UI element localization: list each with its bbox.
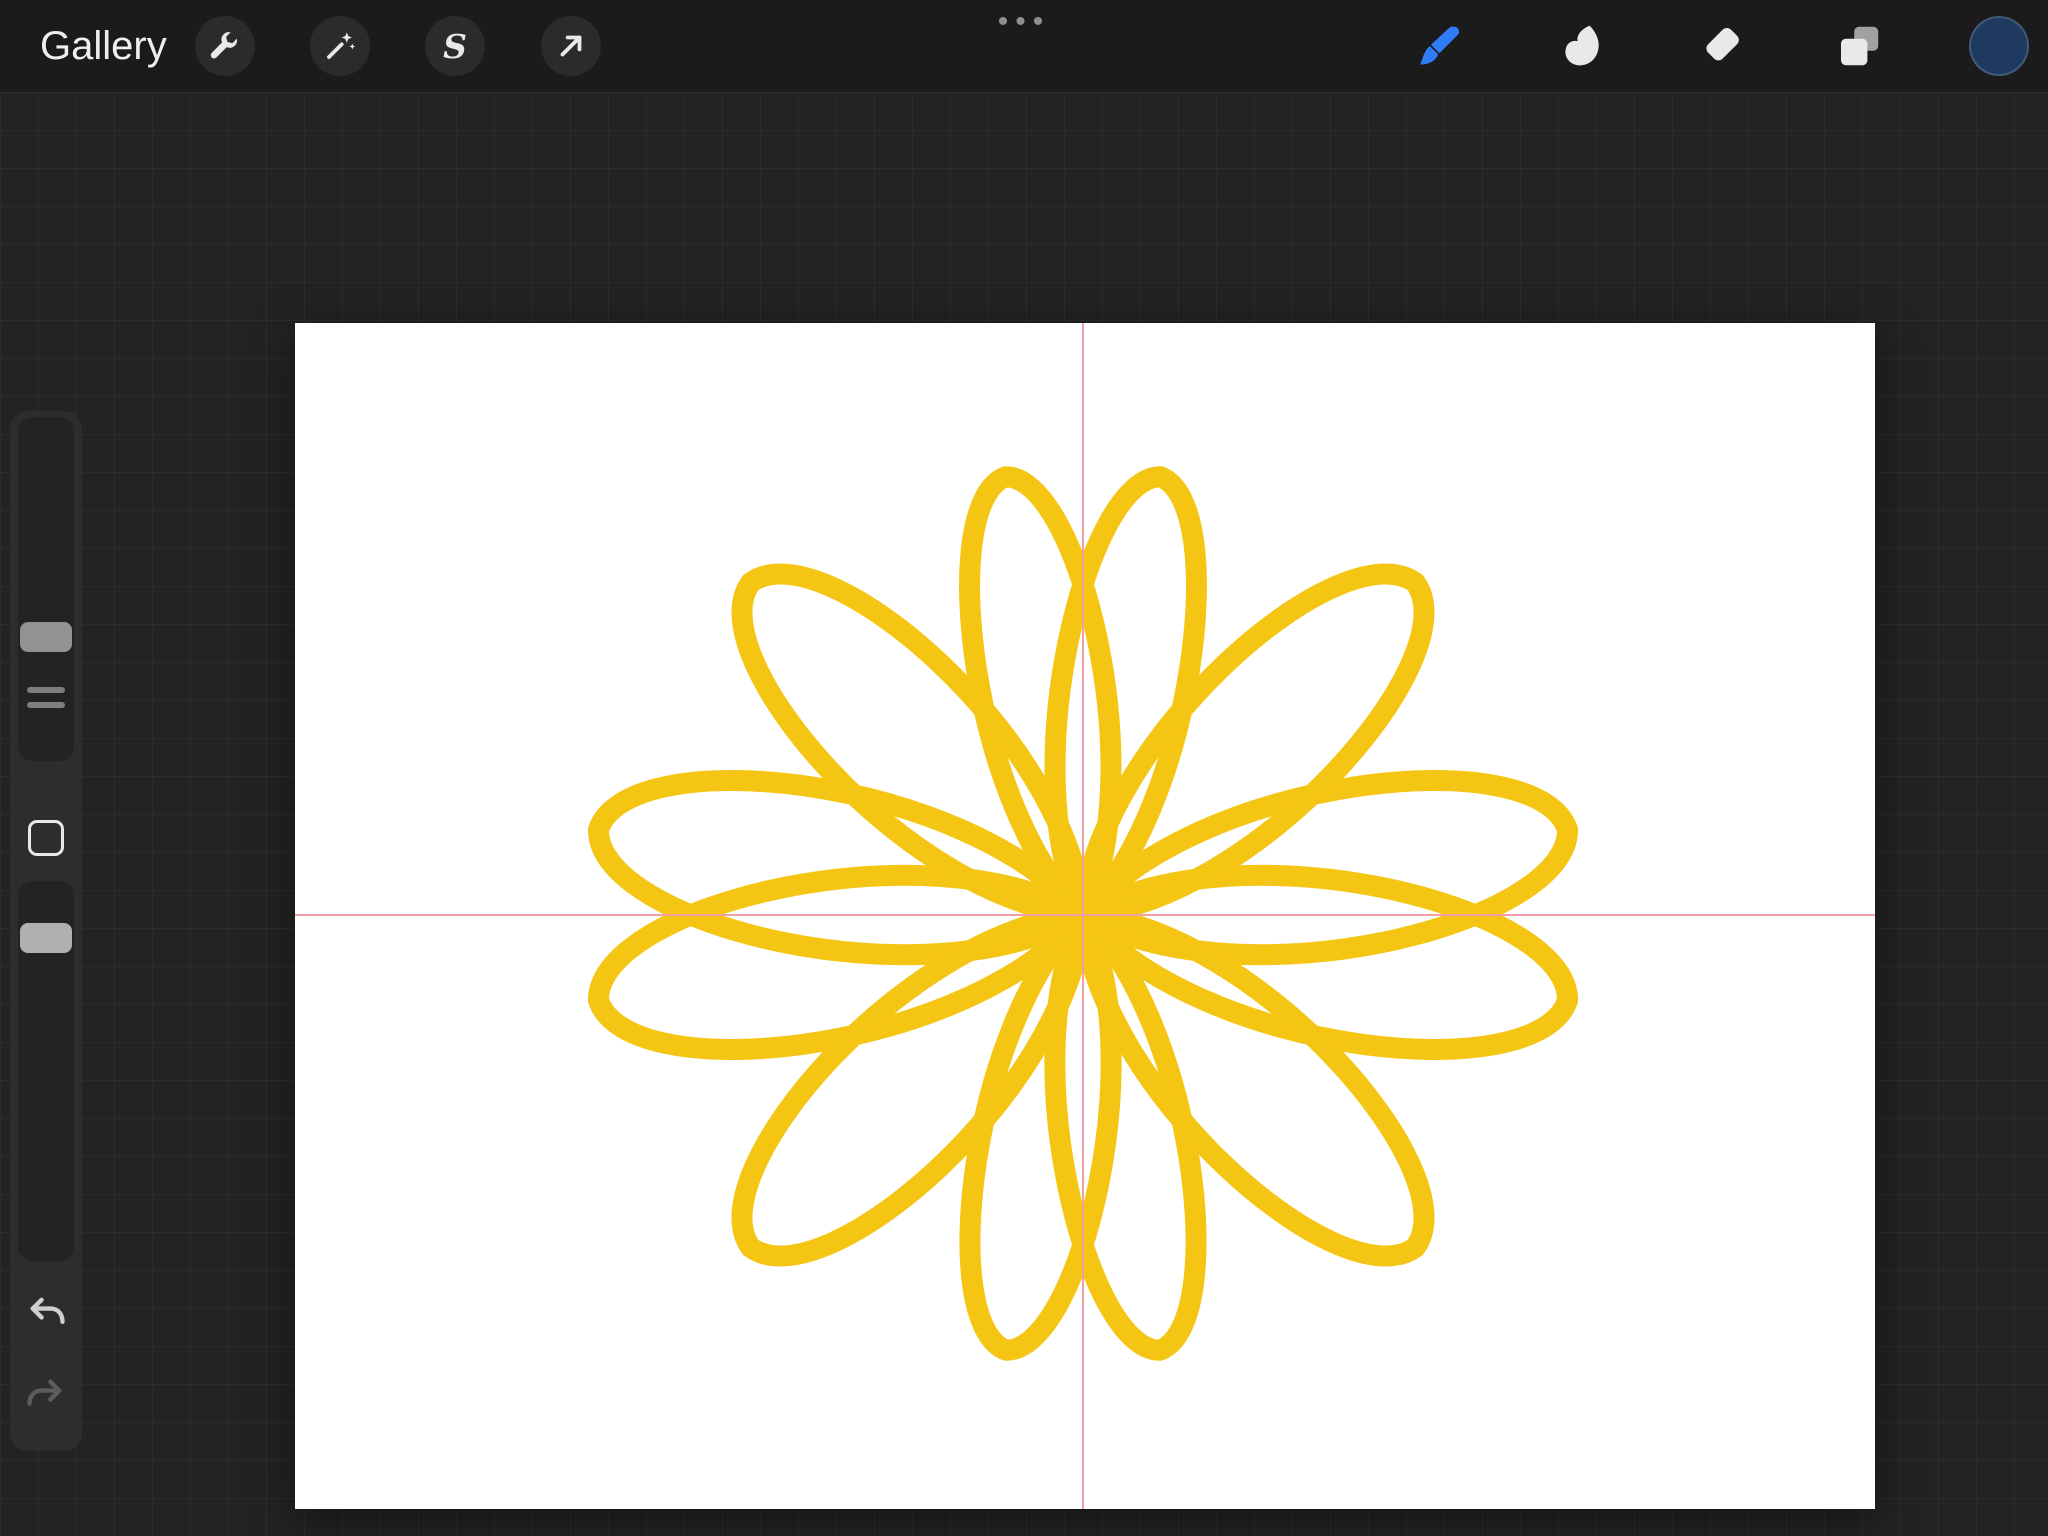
- slider-lines-icon: [27, 687, 65, 717]
- layers-icon: [1841, 26, 1879, 66]
- undo-arrow-icon: [30, 1297, 65, 1324]
- actions-button[interactable]: [195, 16, 255, 76]
- redo-arrow-icon: [27, 1379, 62, 1406]
- workspace-background: [0, 92, 2048, 1536]
- procreate-window: Gallery S •••: [0, 0, 2048, 1536]
- undo-button[interactable]: [24, 1291, 68, 1335]
- brush-size-handle[interactable]: [20, 622, 72, 652]
- paint-tool-button[interactable]: [1413, 22, 1461, 70]
- modify-button[interactable]: [28, 820, 64, 856]
- more-options-button[interactable]: •••: [984, 0, 1064, 44]
- drawing-canvas[interactable]: [295, 323, 1875, 1509]
- transform-button[interactable]: [541, 16, 601, 76]
- sidebar: [10, 411, 82, 1451]
- erase-tool-button[interactable]: [1698, 22, 1746, 70]
- canvas-drawing: [295, 323, 1875, 1509]
- selection-s-icon: S: [443, 26, 467, 66]
- adjustments-button[interactable]: [310, 16, 370, 76]
- paint-brush-icon: [1420, 26, 1460, 65]
- color-swatch-button[interactable]: [1969, 16, 2029, 76]
- smudge-tool-button[interactable]: [1556, 22, 1604, 70]
- wrench-icon: [210, 32, 238, 59]
- gallery-button[interactable]: Gallery: [40, 0, 167, 92]
- magic-wand-icon: [327, 32, 356, 59]
- layers-button[interactable]: [1835, 22, 1883, 70]
- redo-button[interactable]: [24, 1373, 68, 1417]
- selection-button[interactable]: S: [425, 16, 485, 76]
- smudge-finger-icon: [1565, 25, 1599, 66]
- top-toolbar: Gallery S •••: [0, 0, 2048, 92]
- opacity-handle[interactable]: [20, 923, 72, 953]
- transform-arrow-icon: [560, 35, 582, 57]
- eraser-icon: [1706, 28, 1739, 61]
